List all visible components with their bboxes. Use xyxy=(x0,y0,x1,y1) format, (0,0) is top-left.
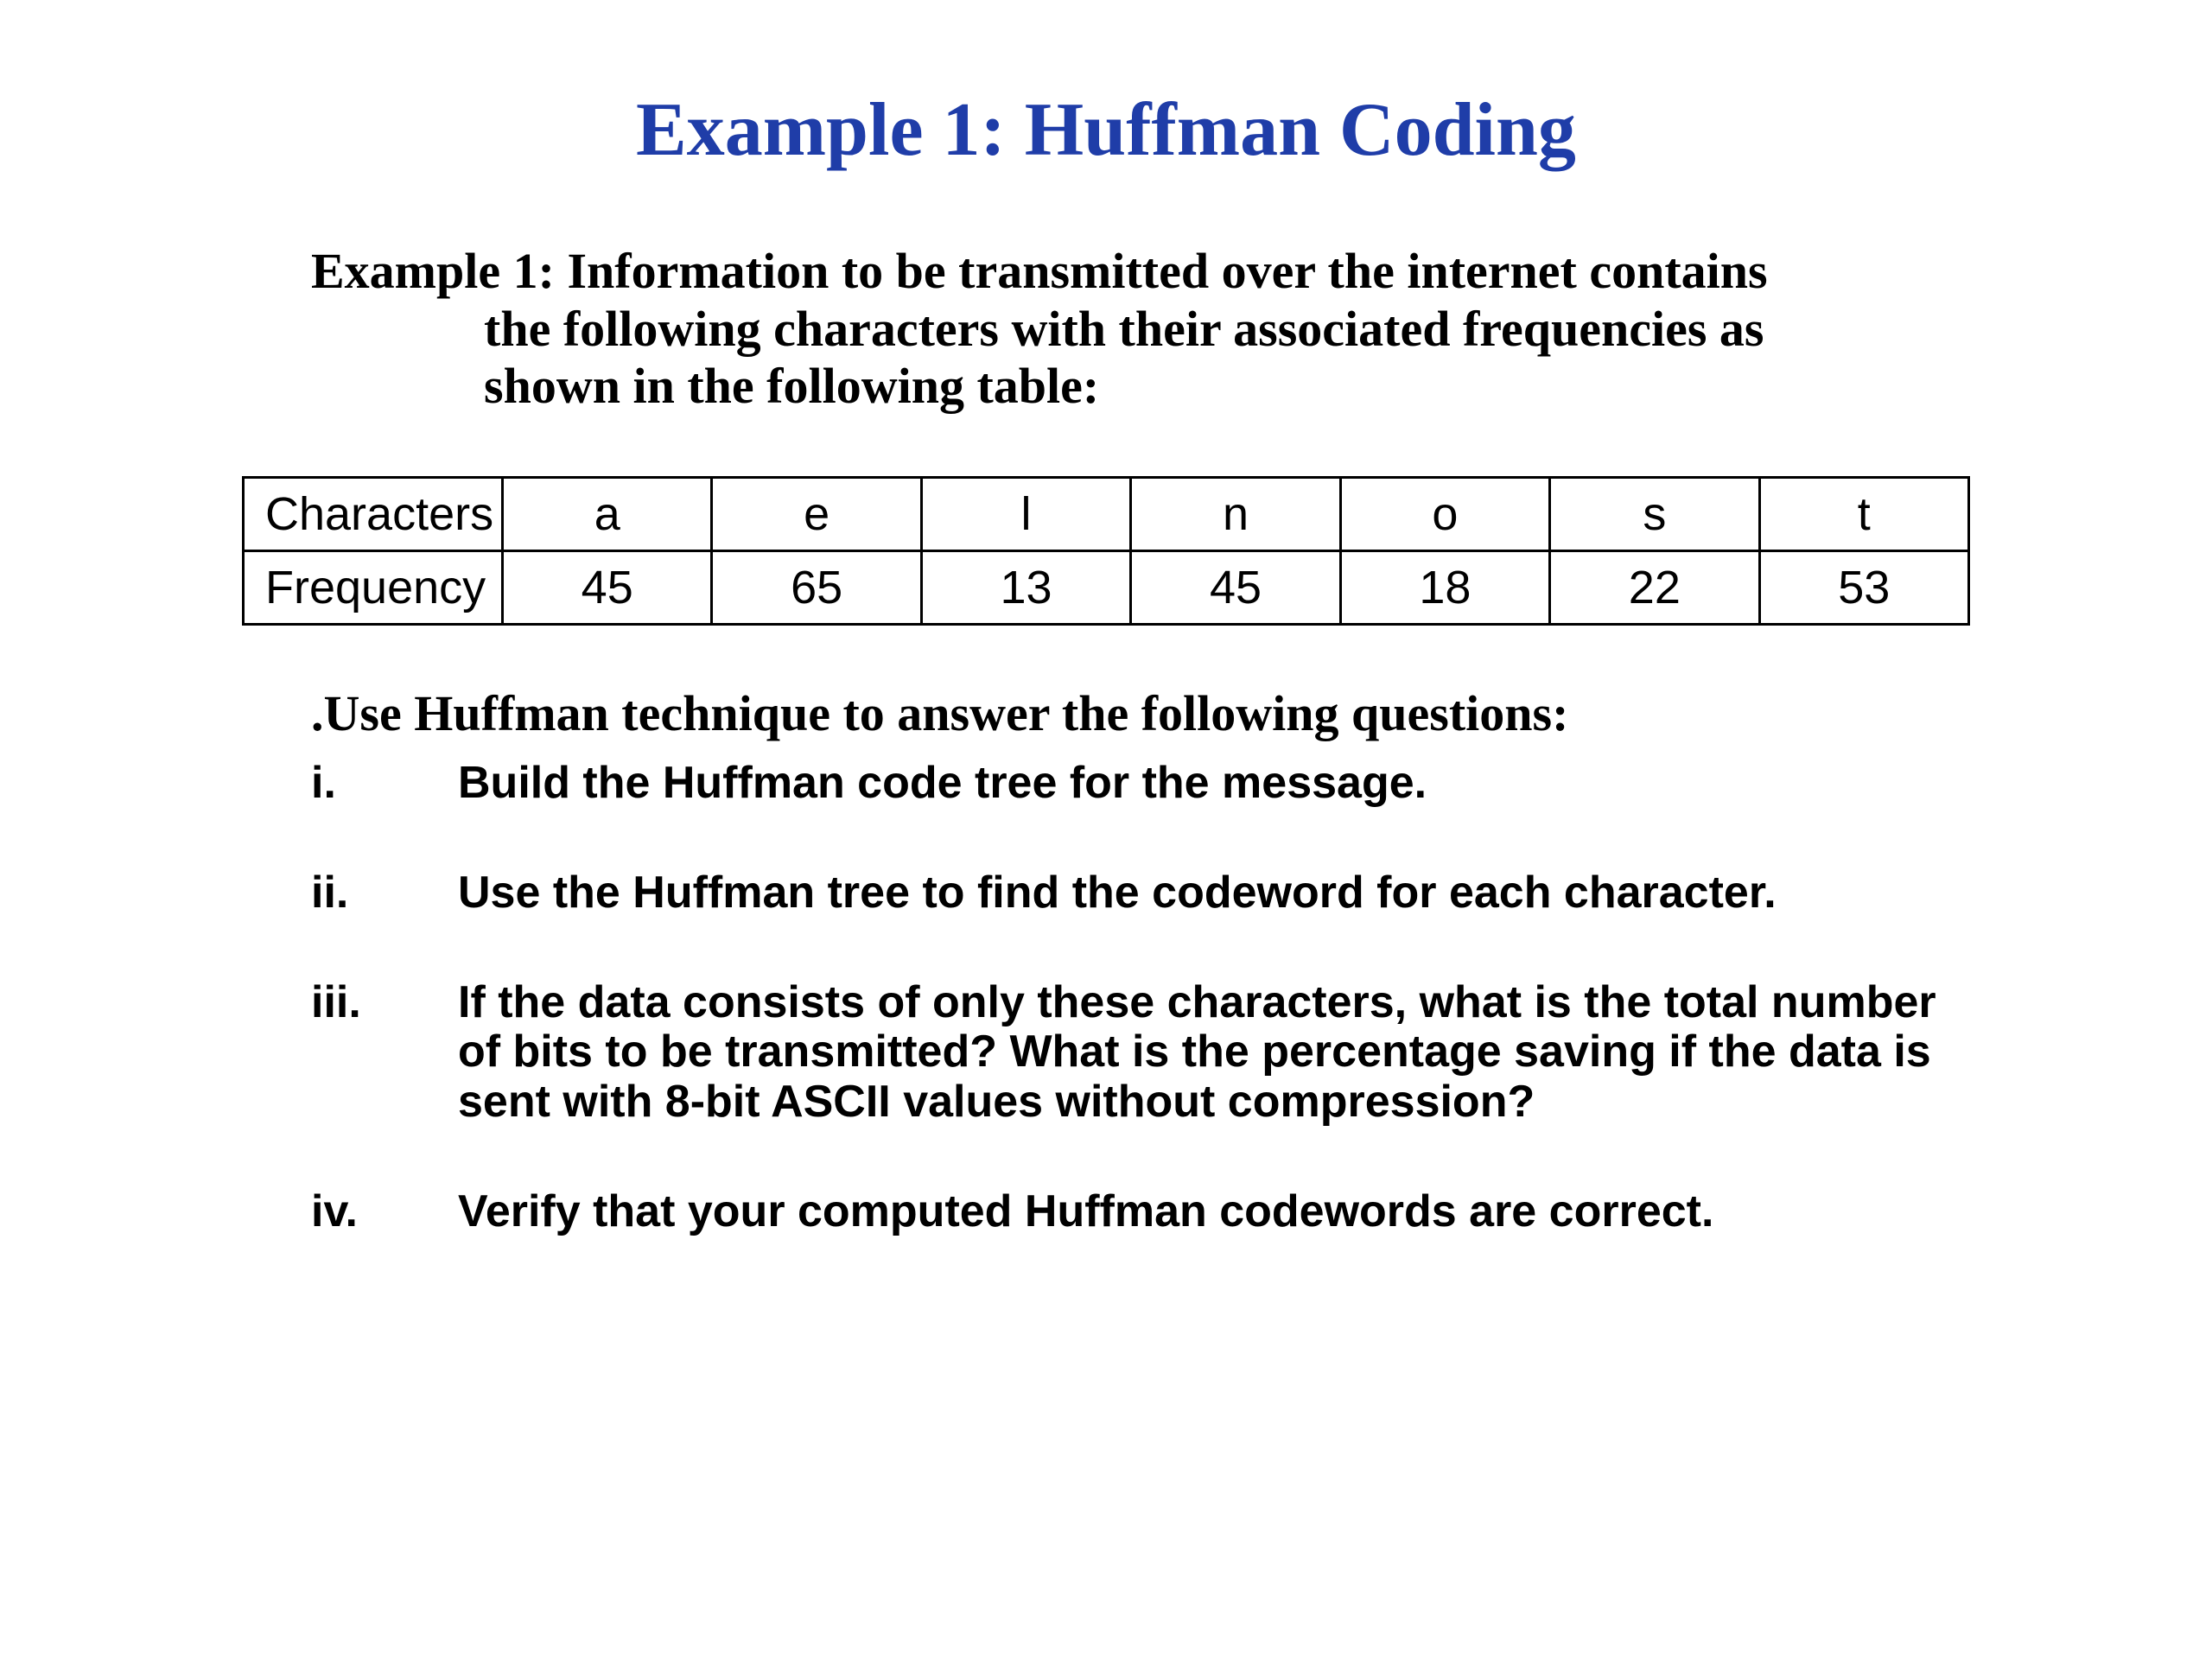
table-cell: 13 xyxy=(921,551,1130,625)
prompt-line-2: the following characters with their asso… xyxy=(484,301,1970,359)
table-cell: n xyxy=(1131,478,1340,551)
example-label: Example 1: xyxy=(311,243,567,299)
table-cell: a xyxy=(503,478,712,551)
table-cell: l xyxy=(921,478,1130,551)
question-numeral: iv. xyxy=(311,1187,458,1236)
table-cell: s xyxy=(1550,478,1759,551)
questions-list: i. Build the Huffman code tree for the m… xyxy=(311,759,1970,1236)
problem-statement: Example 1: Information to be transmitted… xyxy=(311,243,1970,416)
instructions-heading: .Use Huffman technique to answer the fol… xyxy=(311,686,1970,741)
table-cell: 45 xyxy=(503,551,712,625)
question-numeral: i. xyxy=(311,759,458,808)
question-numeral: iii. xyxy=(311,978,458,1027)
table-cell: o xyxy=(1340,478,1549,551)
row-header-characters: Characters xyxy=(244,478,503,551)
prompt-line-1: Information to be transmitted over the i… xyxy=(567,243,1767,299)
list-item: iii. If the data consists of only these … xyxy=(311,978,1970,1127)
table-cell: 18 xyxy=(1340,551,1549,625)
table-cell: 53 xyxy=(1759,551,1968,625)
prompt-line-3: shown in the following table: xyxy=(484,358,1970,416)
list-item: iv. Verify that your computed Huffman co… xyxy=(311,1187,1970,1236)
list-item: ii. Use the Huffman tree to find the cod… xyxy=(311,868,1970,918)
table-cell: 65 xyxy=(712,551,921,625)
list-item: i. Build the Huffman code tree for the m… xyxy=(311,759,1970,808)
question-text: If the data consists of only these chara… xyxy=(458,978,1970,1127)
table-cell: 22 xyxy=(1550,551,1759,625)
question-numeral: ii. xyxy=(311,868,458,918)
table-row: Characters a e l n o s t xyxy=(244,478,1969,551)
table-row: Frequency 45 65 13 45 18 22 53 xyxy=(244,551,1969,625)
frequency-table: Characters a e l n o s t Frequency 45 65… xyxy=(242,476,1970,626)
question-text: Build the Huffman code tree for the mess… xyxy=(458,759,1970,808)
question-text: Verify that your computed Huffman codewo… xyxy=(458,1187,1970,1236)
question-text: Use the Huffman tree to find the codewor… xyxy=(458,868,1970,918)
table-cell: t xyxy=(1759,478,1968,551)
row-header-frequency: Frequency xyxy=(244,551,503,625)
slide-title: Example 1: Huffman Coding xyxy=(242,86,1970,174)
table-cell: 45 xyxy=(1131,551,1340,625)
table-cell: e xyxy=(712,478,921,551)
